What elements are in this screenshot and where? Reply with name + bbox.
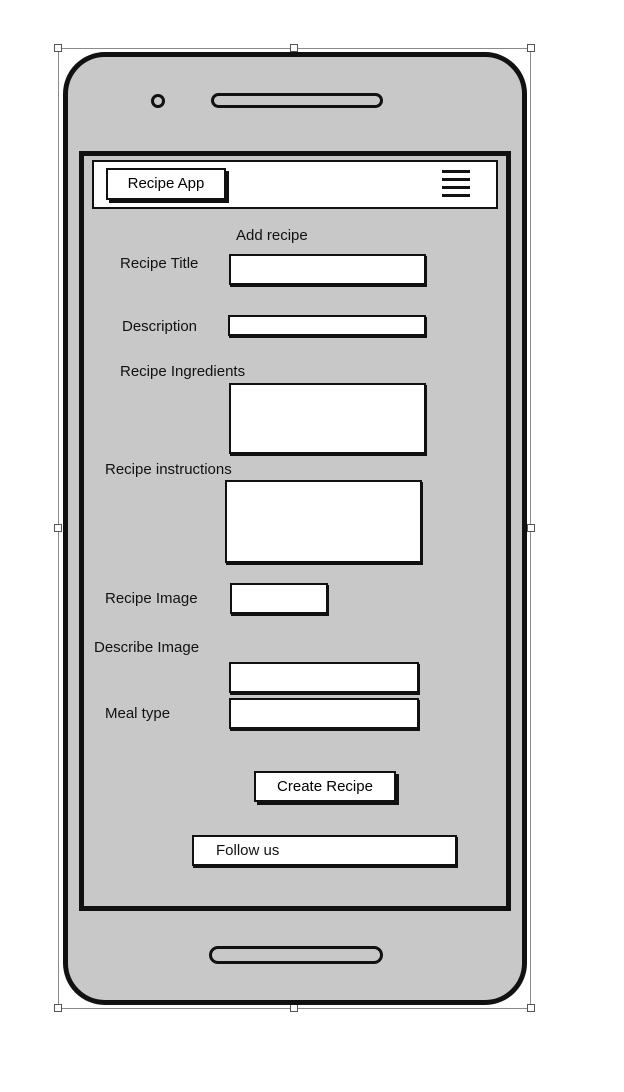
recipe-image-input[interactable]: [230, 583, 328, 614]
hamburger-menu-icon[interactable]: [442, 170, 470, 200]
speaker-slot: [211, 93, 383, 108]
describe-image-label: Describe Image: [94, 639, 200, 656]
describe-image-input[interactable]: [229, 662, 419, 693]
ingredients-label: Recipe Ingredients: [120, 363, 246, 380]
recipe-image-label: Recipe Image: [105, 590, 198, 607]
resize-handle-left[interactable]: [54, 524, 62, 532]
instructions-label: Recipe instructions: [105, 461, 232, 478]
resize-handle-bottom[interactable]: [290, 1004, 298, 1012]
resize-handle-top[interactable]: [290, 44, 298, 52]
resize-handle-right[interactable]: [527, 524, 535, 532]
camera-icon: [151, 94, 165, 108]
recipe-title-label: Recipe Title: [120, 255, 199, 272]
meal-type-label: Meal type: [105, 705, 171, 722]
create-recipe-button[interactable]: Create Recipe: [254, 771, 396, 802]
meal-type-input[interactable]: [229, 698, 419, 729]
resize-handle-top-right[interactable]: [527, 44, 535, 52]
resize-handle-bottom-left[interactable]: [54, 1004, 62, 1012]
home-button[interactable]: [209, 946, 383, 964]
ingredients-textarea[interactable]: [229, 383, 426, 454]
form-heading: Add recipe: [236, 227, 308, 244]
resize-handle-bottom-right[interactable]: [527, 1004, 535, 1012]
instructions-textarea[interactable]: [225, 480, 422, 563]
resize-handle-top-left[interactable]: [54, 44, 62, 52]
description-label: Description: [122, 318, 198, 335]
app-title-button[interactable]: Recipe App: [106, 168, 226, 200]
recipe-title-input[interactable]: [229, 254, 426, 285]
description-input[interactable]: [228, 315, 426, 336]
follow-us-link[interactable]: Follow us: [192, 835, 457, 866]
